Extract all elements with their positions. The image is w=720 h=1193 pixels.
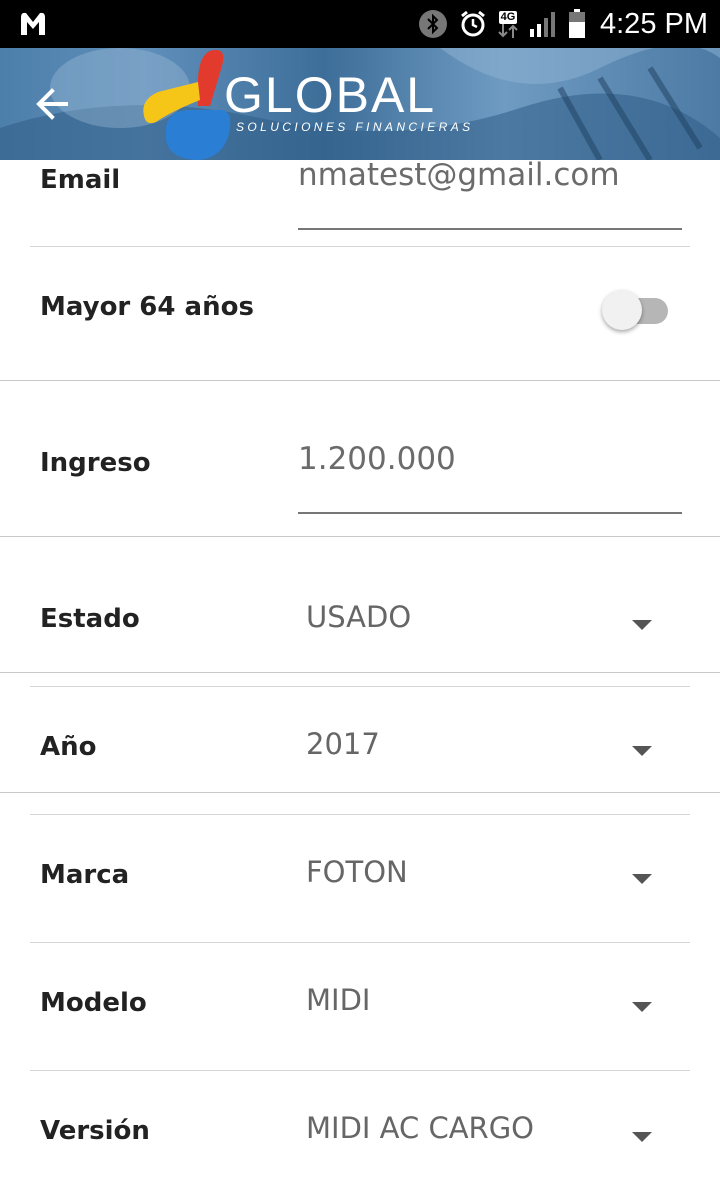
estado-row: Estado USADO (0, 537, 720, 672)
chevron-down-icon (632, 874, 652, 884)
modelo-select[interactable]: MIDI (298, 953, 690, 1033)
divider (0, 792, 720, 793)
marca-value: FOTON (306, 855, 408, 889)
mayor-label: Mayor 64 años (40, 292, 254, 322)
ingreso-underline (298, 512, 682, 514)
version-value: MIDI AC CARGO (306, 1111, 535, 1145)
anio-label: Año (40, 732, 97, 762)
chevron-down-icon (632, 620, 652, 630)
estado-select[interactable]: USADO (298, 567, 690, 647)
marca-label: Marca (40, 860, 130, 890)
marca-select[interactable]: FOTON (298, 825, 690, 905)
anio-select[interactable]: 2017 (298, 697, 690, 777)
status-bar: 4G 4:25 PM (0, 0, 720, 48)
modelo-row: Modelo MIDI (0, 943, 720, 1070)
anio-value: 2017 (306, 727, 380, 761)
global-logo: GLOBAL SOLUCIONES FINANCIERAS (140, 48, 490, 160)
email-row: Email nmatest@gmail.com (0, 157, 720, 246)
logo-title: GLOBAL (224, 67, 437, 123)
network-4g-icon: 4G (498, 10, 518, 38)
back-button[interactable] (30, 84, 82, 124)
email-underline (298, 228, 682, 230)
chevron-down-icon (632, 1002, 652, 1012)
ingreso-field[interactable]: 1.200.000 (298, 441, 456, 477)
arrow-left-icon (36, 88, 68, 120)
network-label: 4G (498, 10, 518, 24)
email-label: Email (40, 165, 121, 195)
mayor-toggle[interactable] (602, 290, 670, 334)
version-row: Versión MIDI AC CARGO (0, 1071, 720, 1193)
status-time: 4:25 PM (600, 7, 708, 40)
divider (0, 672, 720, 673)
email-value: nmatest@gmail.com (298, 157, 620, 193)
modelo-value: MIDI (306, 983, 371, 1017)
chevron-down-icon (632, 746, 652, 756)
estado-value: USADO (306, 600, 412, 634)
estado-label: Estado (40, 604, 140, 634)
logo-subtitle: SOLUCIONES FINANCIERAS (236, 120, 474, 134)
alarm-icon (461, 10, 485, 37)
ingreso-row: Ingreso 1.200.000 (0, 381, 720, 536)
app-header: GLOBAL SOLUCIONES FINANCIERAS (0, 48, 720, 160)
anio-row: Año 2017 (0, 687, 720, 792)
malwarebytes-icon (21, 12, 45, 36)
modelo-label: Modelo (40, 988, 147, 1018)
version-label: Versión (40, 1116, 150, 1146)
chevron-down-icon (632, 1132, 652, 1142)
data-arrows-icon (498, 23, 518, 38)
signal-icon (530, 12, 555, 37)
version-select[interactable]: MIDI AC CARGO (298, 1081, 690, 1161)
email-field[interactable]: nmatest@gmail.com (298, 157, 682, 193)
marca-row: Marca FOTON (0, 815, 720, 942)
status-icons: 4G 4:25 PM (418, 0, 708, 48)
toggle-thumb (602, 290, 642, 330)
bluetooth-icon (419, 10, 447, 38)
ingreso-label: Ingreso (40, 448, 151, 478)
battery-icon (569, 9, 585, 38)
